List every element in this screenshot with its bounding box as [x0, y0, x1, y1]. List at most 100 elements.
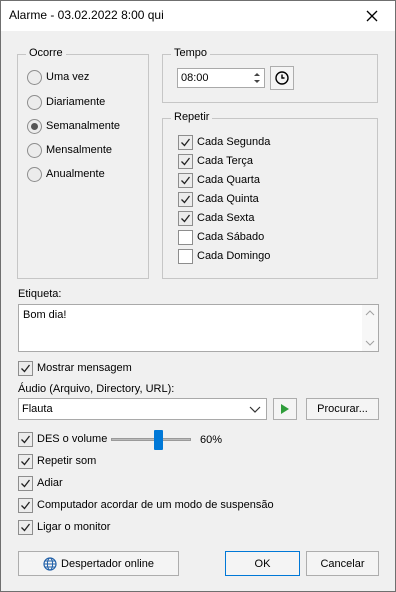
check-adiar[interactable]: Adiar	[18, 475, 63, 491]
etiqueta-textarea[interactable]: Bom dia!	[18, 304, 379, 352]
radio-circle	[27, 118, 42, 134]
radio-anualmente[interactable]: Anualmente	[27, 166, 105, 182]
checkbox-label: Cada Terça	[197, 155, 254, 167]
audio-select[interactable]: Flauta	[18, 398, 267, 420]
checkmark-icon	[181, 138, 191, 146]
checkbox-box	[178, 210, 193, 226]
checkbox-label: Cada Sexta	[197, 212, 255, 224]
radio-circle	[27, 166, 42, 182]
check-computador-acordar[interactable]: Computador acordar de um modo de suspens…	[18, 497, 274, 513]
checkbox-box	[18, 475, 33, 491]
clock-icon	[275, 71, 289, 85]
etiqueta-label: Etiqueta:	[18, 288, 62, 300]
checkbox-label: Mostrar mensagem	[37, 362, 132, 374]
despertador-online-button[interactable]: Despertador online	[18, 551, 179, 576]
checkbox-box	[178, 191, 193, 207]
radio-diariamente[interactable]: Diariamente	[27, 94, 105, 110]
close-button[interactable]	[349, 1, 395, 31]
scroll-up-icon[interactable]	[362, 307, 378, 319]
slider-track	[111, 438, 191, 441]
check-cada-segunda[interactable]: Cada Segunda	[178, 134, 270, 150]
checkmark-icon	[21, 364, 31, 372]
check-repetir-som[interactable]: Repetir som	[18, 453, 96, 469]
radio-circle	[27, 142, 42, 158]
checkbox-box	[18, 497, 33, 513]
ok-button[interactable]: OK	[225, 551, 300, 576]
checkbox-box	[18, 519, 33, 535]
close-icon	[366, 10, 378, 22]
checkmark-icon	[181, 176, 191, 184]
tempo-label: Tempo	[171, 47, 211, 59]
checkmark-icon	[21, 523, 31, 531]
window-title: Alarme - 03.02.2022 8:00 qui	[9, 8, 164, 22]
scroll-down-icon[interactable]	[362, 337, 378, 349]
radio-selected-dot	[31, 122, 38, 130]
cancel-button[interactable]: Cancelar	[306, 551, 379, 576]
checkbox-box	[178, 172, 193, 188]
checkbox-label: Ligar o monitor	[37, 521, 111, 533]
play-button[interactable]	[273, 398, 297, 420]
radio-circle	[27, 69, 42, 85]
check-mostrar-mensagem[interactable]: Mostrar mensagem	[18, 360, 132, 376]
checkmark-icon	[21, 435, 31, 443]
globe-icon	[43, 556, 57, 571]
checkmark-icon	[181, 157, 191, 165]
radio-uma-vez[interactable]: Uma vez	[27, 69, 89, 85]
checkbox-box	[18, 360, 33, 376]
checkmark-icon	[181, 214, 191, 222]
check-cada-quarta[interactable]: Cada Quarta	[178, 172, 260, 188]
time-input[interactable]: 08:00	[177, 68, 265, 88]
checkbox-box	[178, 248, 193, 264]
radio-semanalmente[interactable]: Semanalmente	[27, 118, 120, 134]
slider-thumb[interactable]	[154, 430, 163, 450]
checkbox-box	[18, 431, 33, 447]
checkbox-label: Cada Segunda	[197, 136, 271, 148]
checkmark-icon	[21, 501, 31, 509]
checkmark-icon	[21, 457, 31, 465]
check-cada-sabado[interactable]: Cada Sábado	[178, 229, 264, 245]
checkbox-label: DES o volume	[37, 433, 108, 445]
checkbox-label: Cada Quarta	[197, 174, 260, 186]
audio-label: Áudio (Arquivo, Directory, URL):	[18, 383, 175, 395]
textarea-scrollbar[interactable]	[362, 305, 378, 351]
radio-label: Mensalmente	[46, 144, 113, 156]
audio-selected-value: Flauta	[22, 403, 53, 415]
radio-label: Diariamente	[46, 96, 106, 108]
alarm-dialog: Alarme - 03.02.2022 8:00 qui Ocorre Uma …	[0, 0, 396, 592]
volume-slider[interactable]	[111, 429, 191, 451]
etiqueta-value: Bom dia!	[23, 309, 67, 321]
radio-circle	[27, 94, 42, 110]
checkmark-icon	[181, 195, 191, 203]
online-button-label: Despertador online	[61, 557, 154, 570]
clock-button[interactable]	[270, 66, 294, 90]
check-ligar-monitor[interactable]: Ligar o monitor	[18, 519, 110, 535]
checkbox-box	[178, 153, 193, 169]
radio-label: Semanalmente	[46, 120, 120, 132]
checkbox-label: Repetir som	[37, 455, 97, 467]
time-spinner[interactable]	[252, 70, 262, 86]
time-value: 08:00	[181, 72, 209, 84]
chevron-down-icon[interactable]	[249, 406, 261, 414]
spin-up-icon[interactable]	[252, 70, 262, 78]
check-cada-terca[interactable]: Cada Terça	[178, 153, 253, 169]
checkbox-box	[178, 229, 193, 245]
checkbox-label: Cada Domingo	[197, 250, 271, 262]
play-icon	[281, 404, 289, 414]
volume-value: 60%	[200, 434, 223, 446]
check-cada-sexta[interactable]: Cada Sexta	[178, 210, 254, 226]
ocorre-label: Ocorre	[26, 47, 66, 59]
radio-label: Anualmente	[46, 168, 105, 180]
check-cada-domingo[interactable]: Cada Domingo	[178, 248, 270, 264]
checkbox-label: Cada Sábado	[197, 231, 265, 243]
check-cada-quinta[interactable]: Cada Quinta	[178, 191, 259, 207]
browse-label: Procurar...	[317, 403, 368, 415]
check-volume[interactable]: DES o volume	[18, 431, 107, 447]
checkmark-icon	[21, 479, 31, 487]
spin-down-icon[interactable]	[252, 78, 262, 86]
checkbox-box	[18, 453, 33, 469]
browse-button[interactable]: Procurar...	[306, 398, 379, 420]
ok-label: OK	[254, 557, 271, 570]
checkbox-label: Adiar	[37, 477, 63, 489]
radio-mensalmente[interactable]: Mensalmente	[27, 142, 112, 158]
radio-label: Uma vez	[46, 71, 90, 83]
